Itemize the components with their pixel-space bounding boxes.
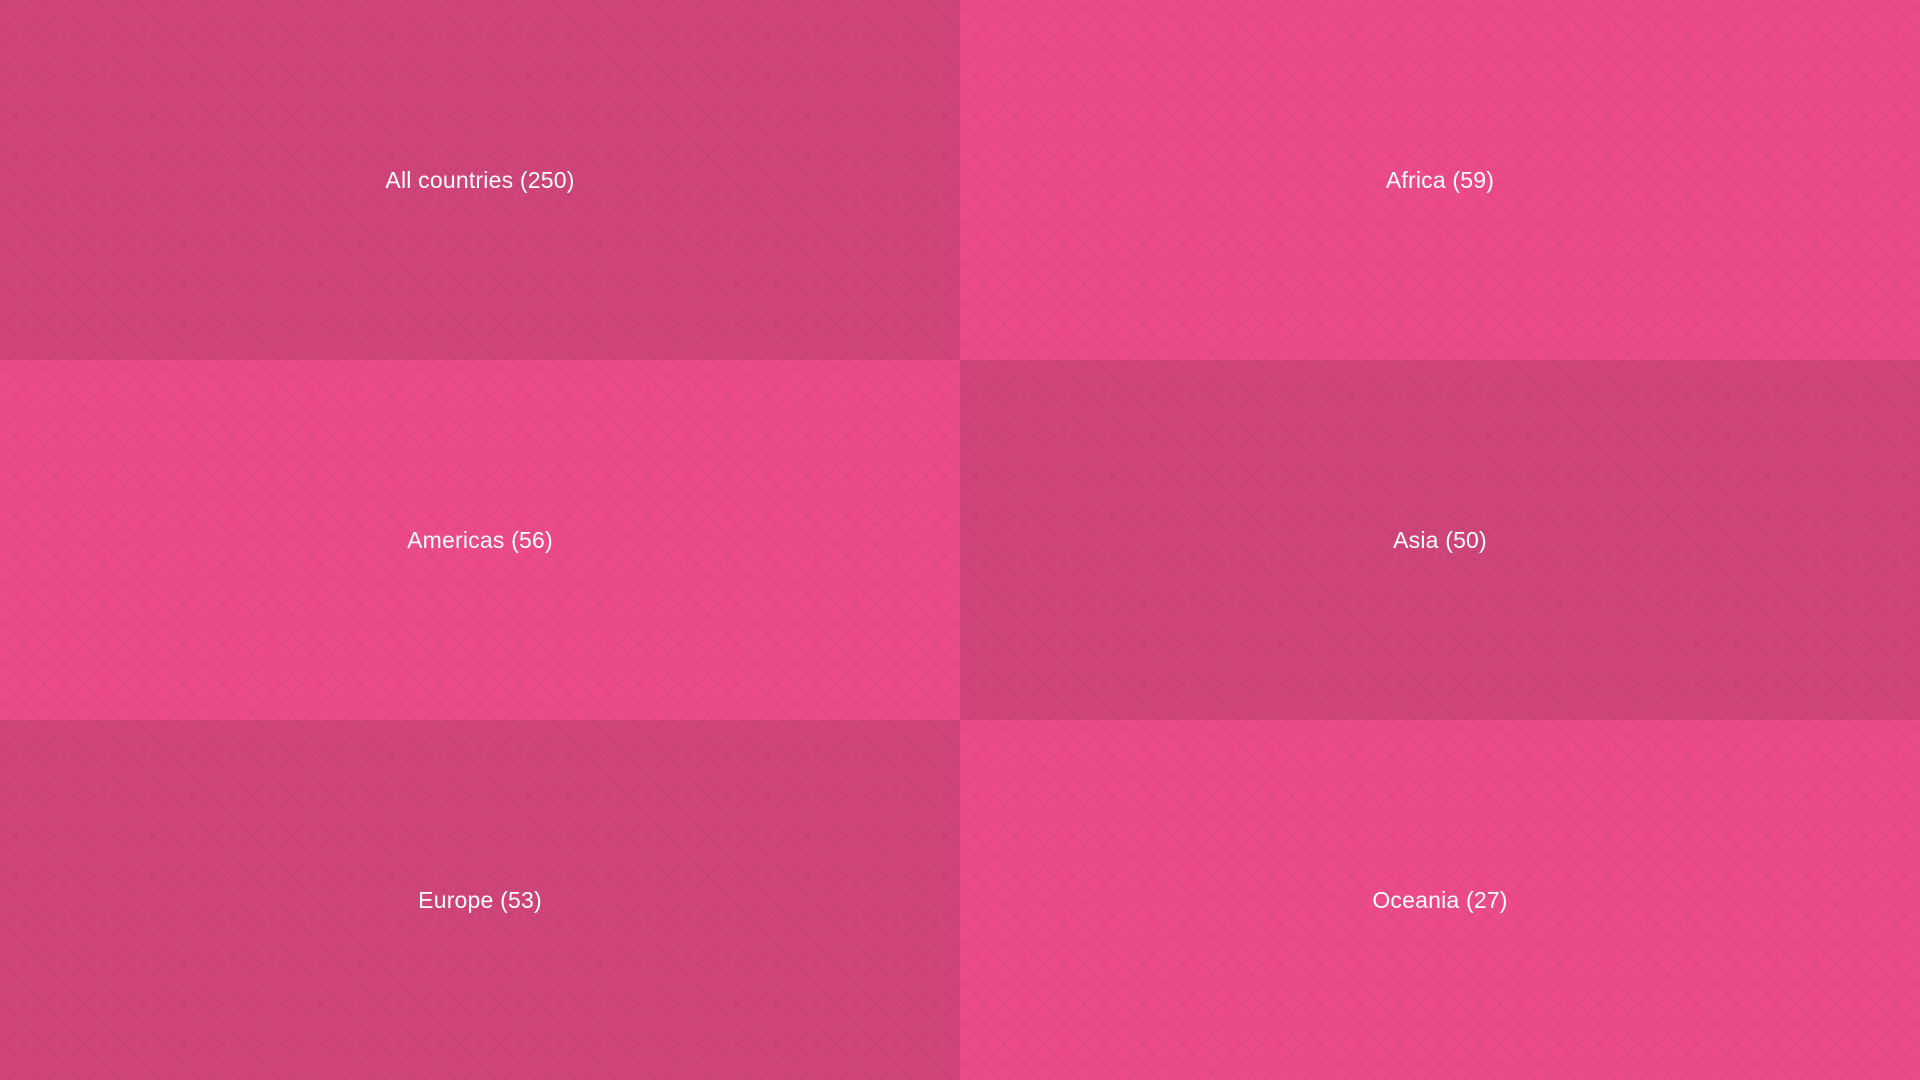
tile-label-americas: Americas (56)	[407, 526, 553, 553]
tile-asia[interactable]: Asia (50)	[960, 360, 1920, 720]
tile-label-asia: Asia (50)	[1393, 526, 1487, 553]
tile-label-europe: Europe (53)	[418, 886, 542, 913]
tile-americas[interactable]: Americas (56)	[0, 360, 960, 720]
tile-europe[interactable]: Europe (53)	[0, 720, 960, 1080]
tile-label-all-countries: All countries (250)	[385, 166, 575, 193]
tile-label-oceania: Oceania (27)	[1372, 886, 1508, 913]
tile-all-countries[interactable]: All countries (250)	[0, 0, 960, 360]
tile-africa[interactable]: Africa (59)	[960, 0, 1920, 360]
region-grid: All countries (250) Africa (59) Americas…	[0, 0, 1920, 1080]
tile-label-africa: Africa (59)	[1385, 166, 1495, 193]
tile-oceania[interactable]: Oceania (27)	[960, 720, 1920, 1080]
